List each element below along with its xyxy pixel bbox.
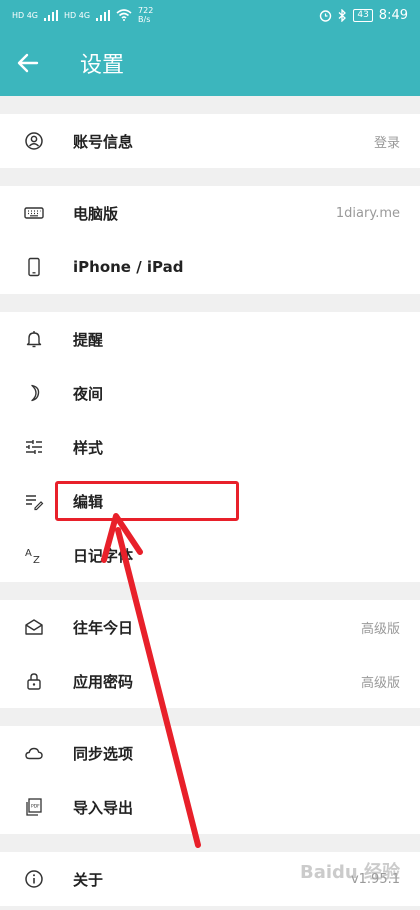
keyboard-icon bbox=[24, 203, 44, 223]
back-button[interactable] bbox=[0, 30, 56, 96]
settings-list: 账号信息 登录 电脑版 1diary.me iPhone / iPad 提醒 夜… bbox=[0, 96, 420, 910]
app-bar: 设置 bbox=[0, 30, 420, 96]
page-title: 设置 bbox=[80, 53, 125, 78]
setting-sync[interactable]: 同步选项 bbox=[0, 726, 420, 780]
signal-sim2: HD 4G bbox=[64, 10, 91, 20]
network-speed: 722 B/s bbox=[138, 6, 154, 24]
bell-icon bbox=[24, 329, 44, 349]
mail-open-icon bbox=[24, 617, 44, 637]
bluetooth-icon bbox=[338, 8, 347, 22]
setting-on-this-day[interactable]: 往年今日 高级版 bbox=[0, 600, 420, 654]
settings-group-about: 关于 v1.95.1 bbox=[0, 852, 420, 906]
setting-iphone-ipad[interactable]: iPhone / iPad bbox=[0, 240, 420, 294]
setting-edit[interactable]: 编辑 bbox=[0, 474, 420, 528]
status-bar: HD 4G HD 4G 722 B/s 43 8:49 bbox=[0, 0, 420, 30]
setting-account[interactable]: 账号信息 登录 bbox=[0, 114, 420, 168]
setting-label: 同步选项 bbox=[73, 744, 134, 763]
setting-import-export[interactable]: PDF 导入导出 bbox=[0, 780, 420, 834]
setting-label: 提醒 bbox=[73, 330, 104, 349]
battery-indicator: 43 bbox=[353, 8, 373, 22]
signal-bars-icon bbox=[96, 9, 111, 21]
setting-value: 1diary.me bbox=[335, 205, 400, 221]
pdf-file-icon: PDF bbox=[24, 797, 44, 817]
phone-icon bbox=[24, 257, 44, 277]
clock: 8:49 bbox=[378, 7, 408, 23]
edit-lines-icon bbox=[24, 491, 44, 511]
setting-label: 应用密码 bbox=[73, 672, 134, 691]
setting-label: 账号信息 bbox=[73, 132, 134, 151]
setting-value: 高级版 bbox=[360, 621, 400, 637]
setting-label: 夜间 bbox=[73, 384, 104, 403]
setting-label: 电脑版 bbox=[73, 204, 119, 223]
settings-group-devices: 电脑版 1diary.me iPhone / iPad bbox=[0, 186, 420, 294]
signal-bars-icon bbox=[44, 9, 59, 21]
settings-group-account: 账号信息 登录 bbox=[0, 114, 420, 168]
cloud-icon bbox=[24, 743, 44, 763]
setting-desktop[interactable]: 电脑版 1diary.me bbox=[0, 186, 420, 240]
setting-reminder[interactable]: 提醒 bbox=[0, 312, 420, 366]
setting-diary-font[interactable]: AZ 日记字体 bbox=[0, 528, 420, 582]
info-icon bbox=[24, 869, 44, 889]
wifi-icon bbox=[116, 9, 132, 21]
signal-sim1: HD 4G bbox=[12, 10, 39, 20]
setting-label: 导入导出 bbox=[73, 798, 134, 817]
svg-text:Z: Z bbox=[33, 555, 40, 565]
setting-label: 样式 bbox=[73, 438, 104, 457]
svg-text:PDF: PDF bbox=[31, 804, 40, 810]
setting-label: 编辑 bbox=[73, 492, 104, 511]
settings-group-data: 同步选项 PDF 导入导出 bbox=[0, 726, 420, 834]
svg-text:A: A bbox=[25, 548, 32, 559]
settings-group-premium: 往年今日 高级版 应用密码 高级版 bbox=[0, 600, 420, 708]
setting-value: 登录 bbox=[373, 135, 400, 151]
setting-night-mode[interactable]: 夜间 bbox=[0, 366, 420, 420]
setting-label: 日记字体 bbox=[73, 546, 134, 565]
setting-value: 高级版 bbox=[360, 675, 400, 691]
lock-icon bbox=[24, 671, 44, 691]
alarm-icon bbox=[320, 9, 332, 22]
setting-label: 关于 bbox=[73, 870, 104, 889]
sliders-icon bbox=[24, 437, 44, 457]
setting-label: 往年今日 bbox=[73, 618, 134, 637]
account-circle-icon bbox=[24, 131, 44, 151]
back-arrow-icon bbox=[17, 53, 39, 73]
setting-about[interactable]: 关于 v1.95.1 bbox=[0, 852, 420, 906]
settings-group-appearance: 提醒 夜间 样式 编辑 AZ 日记字体 bbox=[0, 312, 420, 582]
font-az-icon: AZ bbox=[24, 545, 44, 565]
setting-app-password[interactable]: 应用密码 高级版 bbox=[0, 654, 420, 708]
setting-style[interactable]: 样式 bbox=[0, 420, 420, 474]
setting-value: v1.95.1 bbox=[350, 871, 400, 887]
moon-icon bbox=[24, 383, 44, 403]
setting-label: iPhone / iPad bbox=[73, 258, 184, 276]
